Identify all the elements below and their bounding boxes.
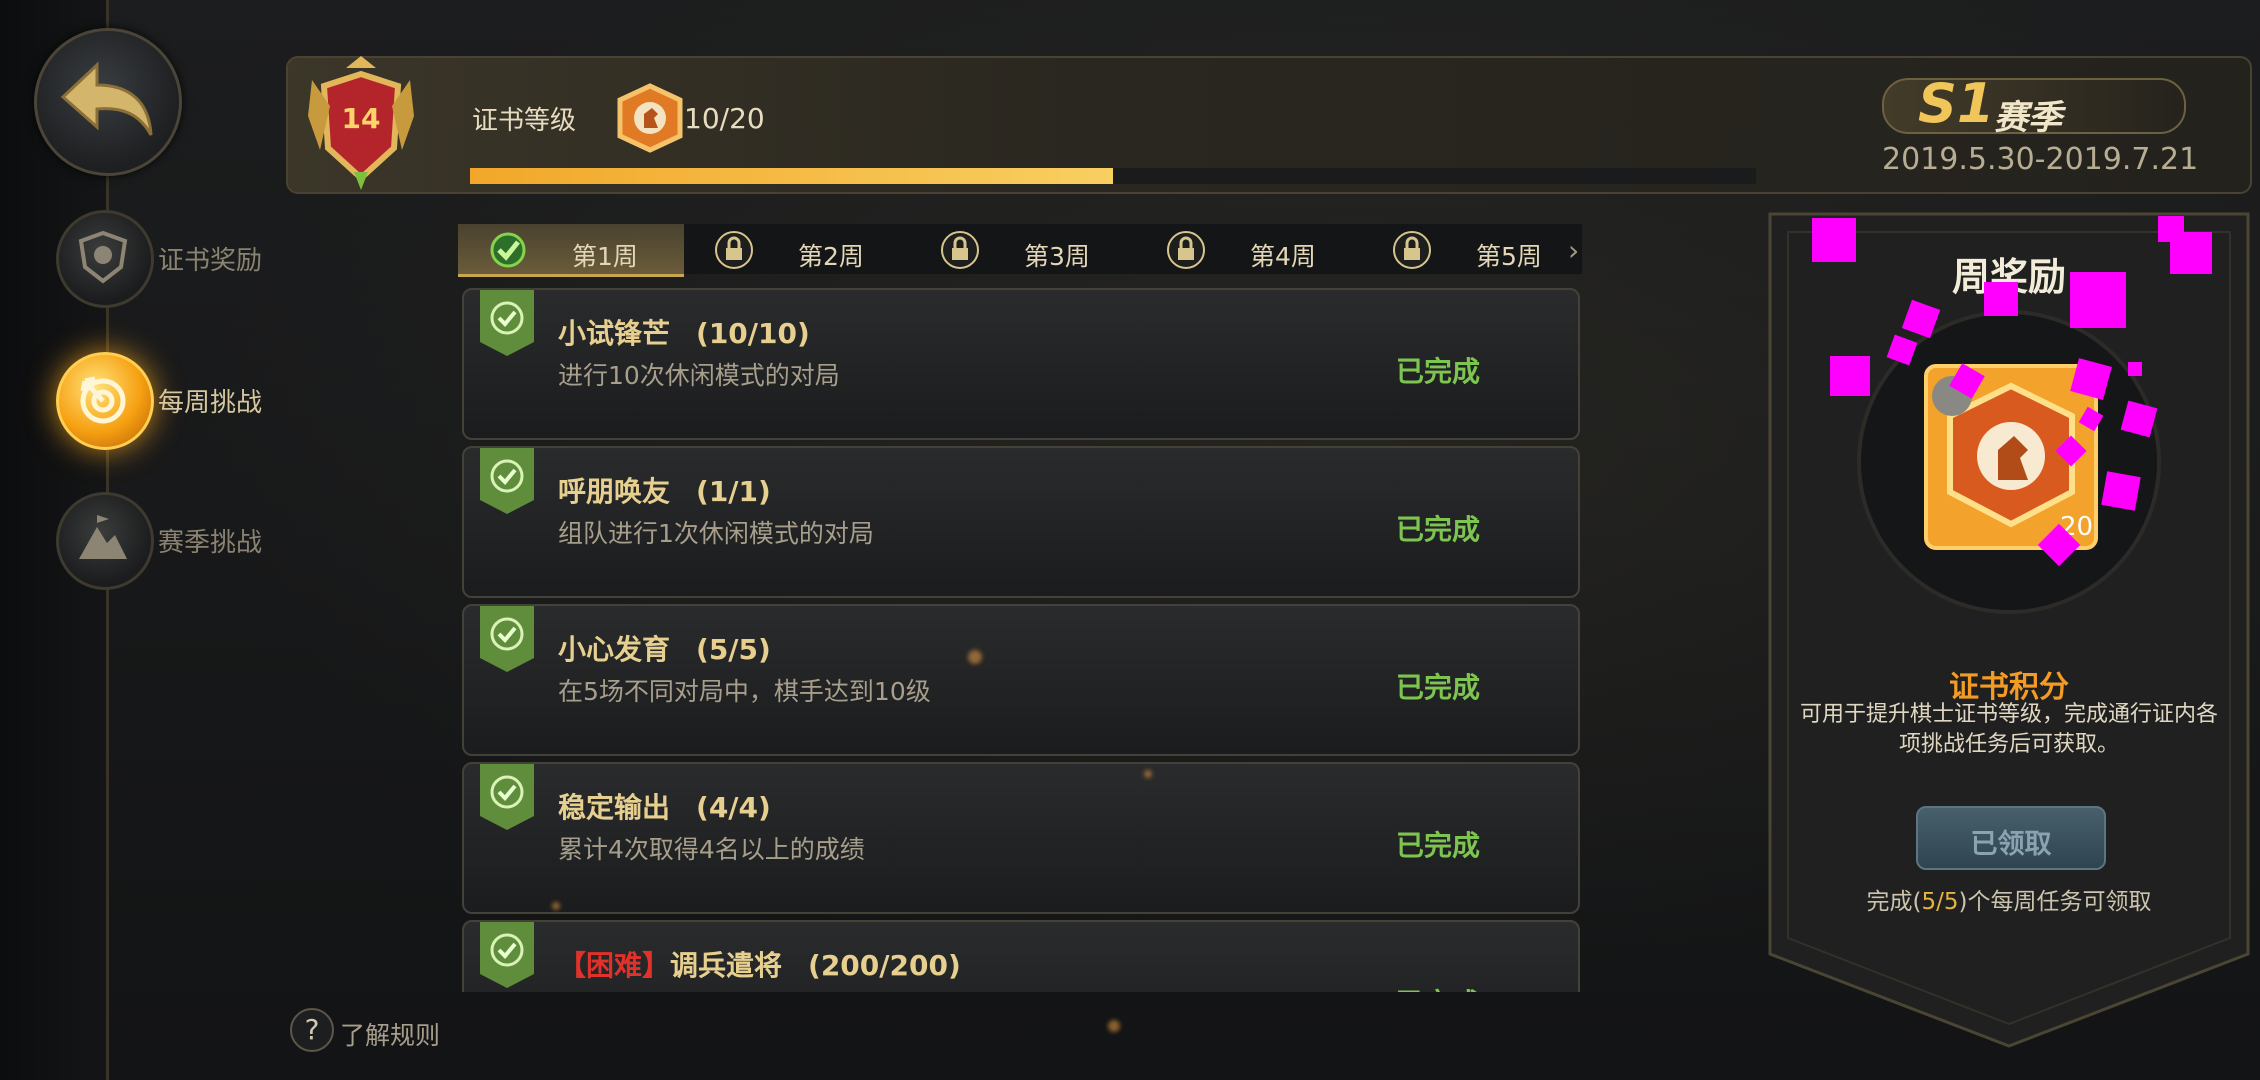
claim-label: 已领取 xyxy=(1970,829,2052,860)
level-number: 14 xyxy=(341,102,381,135)
task-name: 小试锋芒 xyxy=(558,317,671,350)
overlay-square xyxy=(2128,362,2142,376)
task-desc: 累计4次取得4名以上的成绩 xyxy=(558,835,865,864)
overlay-square xyxy=(2070,272,2126,328)
task-desc: 在5场不同对局中，棋手达到10级 xyxy=(558,677,931,706)
task-progress: (10/10) xyxy=(696,317,810,350)
lock-icon xyxy=(941,231,979,269)
check-ribbon-icon xyxy=(480,922,534,988)
claim-note-prefix: 完成( xyxy=(1866,889,1922,915)
ambient-particle xyxy=(968,650,982,664)
task-name: 小心发育 xyxy=(558,633,671,666)
tab-week-2[interactable]: 第2周 xyxy=(684,224,910,274)
check-icon xyxy=(490,232,526,268)
shield-emblem-icon xyxy=(56,210,154,308)
task-status: 已完成 xyxy=(1396,513,1481,546)
task-difficulty: 【困难】 xyxy=(558,949,671,982)
task-status: 已完成 xyxy=(1396,829,1481,862)
check-ribbon-icon xyxy=(480,290,534,356)
task-card: 呼朋唤友 (1/1) 组队进行1次休闲模式的对局 已完成 xyxy=(462,446,1580,598)
help-icon: ? xyxy=(290,1008,334,1052)
tab-week-1[interactable]: 第1周 xyxy=(458,224,684,277)
task-card: 【困难】调兵遣将 (200/200) 已完成 xyxy=(462,920,1580,992)
week-tabs: 第1周 第2周 第3周 第4周 第5周 › xyxy=(458,224,1582,277)
sidebar-item-season-challenge[interactable]: 赛季挑战 xyxy=(56,492,296,590)
tab-label: 第4周 xyxy=(1250,242,1316,271)
season-info: S1 赛季 2019.5.30-2019.7.21 xyxy=(1882,66,2226,177)
cert-count: 10/20 xyxy=(684,102,765,135)
task-progress: (1/1) xyxy=(696,475,771,508)
cert-level-label: 证书等级 xyxy=(472,106,577,136)
task-card: 稳定输出 (4/4) 累计4次取得4名以上的成绩 已完成 xyxy=(462,762,1580,914)
tab-week-4[interactable]: 第4周 xyxy=(1136,224,1362,274)
back-arrow-icon xyxy=(60,61,153,136)
lock-icon xyxy=(1393,231,1431,269)
cert-points-icon xyxy=(610,82,690,154)
task-status: 已完成 xyxy=(1396,355,1481,388)
claim-note-suffix: )个每周任务可领取 xyxy=(1958,889,2152,915)
ambient-particle xyxy=(1144,770,1152,778)
check-ribbon-icon xyxy=(480,606,534,672)
season-code: S1 xyxy=(1918,72,1995,135)
claim-button[interactable]: 已领取 xyxy=(1916,806,2106,870)
check-ribbon-icon xyxy=(480,448,534,514)
back-button[interactable] xyxy=(34,28,182,176)
task-name: 呼朋唤友 xyxy=(558,475,671,508)
tab-label: 第1周 xyxy=(572,242,638,271)
lock-icon xyxy=(1167,231,1205,269)
ambient-particle xyxy=(1108,1020,1120,1032)
check-ribbon-icon xyxy=(480,764,534,830)
task-card: 小心发育 (5/5) 在5场不同对局中，棋手达到10级 已完成 xyxy=(462,604,1580,756)
overlay-square xyxy=(1812,218,1856,262)
tab-week-3[interactable]: 第3周 xyxy=(910,224,1136,274)
ambient-particle xyxy=(552,902,560,910)
task-card: 小试锋芒 (10/10) 进行10次休闲模式的对局 已完成 xyxy=(462,288,1580,440)
task-progress: (200/200) xyxy=(808,949,961,982)
season-word: 赛季 xyxy=(1994,98,2062,138)
task-list[interactable]: 小试锋芒 (10/10) 进行10次休闲模式的对局 已完成 呼朋唤友 (1/1) 组… xyxy=(460,288,1580,992)
level-badge: 14 xyxy=(306,56,416,196)
overlay-square xyxy=(1984,282,2018,316)
sidebar-item-cert-rewards[interactable]: 证书奖励 xyxy=(56,210,296,308)
task-name: 稳定输出 xyxy=(558,791,671,824)
task-status: 已完成 xyxy=(1396,982,1480,992)
task-progress: (5/5) xyxy=(696,633,771,666)
overlay-square xyxy=(1830,356,1870,396)
task-desc: 进行10次休闲模式的对局 xyxy=(558,361,840,390)
chevron-right-icon[interactable]: › xyxy=(1568,234,1579,267)
tab-label: 第5周 xyxy=(1476,242,1542,271)
claim-note-count: 5/5 xyxy=(1921,889,1959,915)
task-title: 稳定输出 (4/4) xyxy=(558,786,771,826)
task-status: 已完成 xyxy=(1396,671,1481,704)
task-desc: 组队进行1次休闲模式的对局 xyxy=(558,519,874,548)
overlay-square xyxy=(2101,471,2141,511)
season-dates: 2019.5.30-2019.7.21 xyxy=(1882,142,2199,177)
tab-label: 第2周 xyxy=(798,242,864,271)
task-title: 呼朋唤友 (1/1) xyxy=(558,470,771,510)
task-name: 调兵遣将 xyxy=(670,949,783,982)
target-arrow-icon xyxy=(56,352,154,450)
tab-week-5[interactable]: 第5周 xyxy=(1362,224,1588,274)
overlay-square xyxy=(2170,232,2212,274)
tab-label: 第3周 xyxy=(1024,242,1090,271)
weekly-reward-panel: 周奖励 20 证书积分 可用于提升棋士证书等级，完成通行证内各项挑战任务后可获取… xyxy=(1768,212,2250,1048)
cert-header: 14 证书等级 10/20 S1 赛季 2019.5.30-2019.7.21 xyxy=(286,56,2252,194)
reward-banner-frame xyxy=(1768,212,2250,1048)
claim-note: 完成(5/5)个每周任务可领取 xyxy=(1768,882,2250,916)
mountain-flag-icon xyxy=(56,492,154,590)
sidebar-item-label: 证书奖励 xyxy=(158,246,263,276)
task-progress: (4/4) xyxy=(696,791,771,824)
sidebar-item-weekly-challenge[interactable]: 每周挑战 xyxy=(56,352,296,450)
lock-icon xyxy=(715,231,753,269)
task-title: 小心发育 (5/5) xyxy=(558,628,771,668)
reward-description: 可用于提升棋士证书等级，完成通行证内各项挑战任务后可获取。 xyxy=(1799,702,2218,757)
cert-progress-fill xyxy=(470,168,1113,184)
cert-progress-bar xyxy=(470,168,1756,184)
task-title: 小试锋芒 (10/10) xyxy=(558,312,810,352)
rules-label: 了解规则 xyxy=(340,1021,441,1050)
sidebar-item-label: 每周挑战 xyxy=(158,388,263,418)
sidebar-item-label: 赛季挑战 xyxy=(158,528,263,558)
task-title: 【困难】调兵遣将 (200/200) xyxy=(558,944,961,984)
